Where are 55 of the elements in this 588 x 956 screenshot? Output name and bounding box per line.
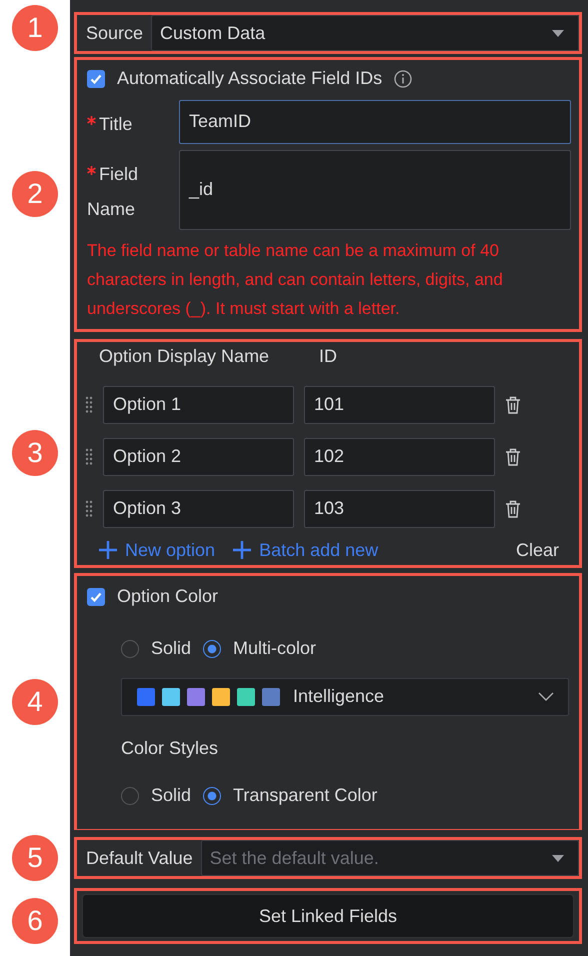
clear-link[interactable]: Clear [516,540,559,560]
chevron-down-icon [538,692,554,701]
drag-handle-icon[interactable] [85,500,93,518]
add-link[interactable]: New option [99,540,216,560]
title-label: Title [99,114,132,134]
radio-label: Multi-color [233,638,316,659]
required-asterisk-icon [87,116,96,124]
callout-number: 6 [12,898,58,944]
option-id-input[interactable]: 101 [304,386,495,424]
field-name-label: Name [87,198,136,220]
required-asterisk-icon [87,166,96,174]
add-link[interactable]: Batch add new [233,540,378,560]
plus-icon [233,541,252,559]
option-name-input[interactable]: Option 2 [103,438,294,476]
drag-handle-icon[interactable] [85,396,93,414]
drag-handle-icon[interactable] [85,448,93,466]
source-select[interactable]: Custom Data [151,15,579,51]
field-name-label: Field [99,164,138,184]
palette-select[interactable]: Intelligence [121,678,569,716]
callout-number: 2 [12,171,58,217]
color-styles-label: Color Styles [121,738,220,758]
option-id-input[interactable]: 103 [304,490,495,528]
dropdown-arrow-icon [552,30,564,36]
radio-label: Transparent Color [233,785,378,806]
set-linked-fields-button[interactable]: Set Linked Fields [82,894,574,938]
radio-label: Solid [151,638,192,659]
error-message: The field name or table name can be a maximum of 40 characters in length, and can contain letters, digits, and underscores (_). It must start with a letter. [87,240,504,320]
title-input[interactable]: TeamID [179,100,571,144]
radio-button[interactable] [203,786,222,804]
dropdown-arrow-icon [552,854,564,862]
delete-icon[interactable] [505,448,521,466]
source-label: Source [85,22,144,44]
callout-number: 4 [12,679,58,725]
column-header: Option Display Name [99,346,270,367]
default-value-label: Default Value [85,848,194,868]
column-header: ID [319,346,337,367]
radio-button[interactable] [121,640,139,658]
callout-number: 3 [12,430,58,476]
delete-icon[interactable] [505,396,521,414]
callout-number: 5 [12,835,58,881]
checkbox-label: Automatically Associate Field IDs [117,68,382,89]
info-icon [394,70,412,88]
option-id-input[interactable]: 102 [304,438,495,476]
checkbox[interactable] [87,588,105,606]
option-name-input[interactable]: Option 3 [103,490,294,528]
option-name-input[interactable]: Option 1 [103,386,294,424]
delete-icon[interactable] [505,500,521,518]
radio-button[interactable] [121,786,139,804]
radio-button[interactable] [203,640,222,658]
checkbox[interactable] [87,70,105,88]
radio-label: Solid [151,785,192,806]
checkbox-label: Option Color [117,586,218,607]
callout-number: 1 [12,5,58,51]
field-name-input[interactable]: _id [179,150,571,230]
plus-icon [99,541,117,559]
